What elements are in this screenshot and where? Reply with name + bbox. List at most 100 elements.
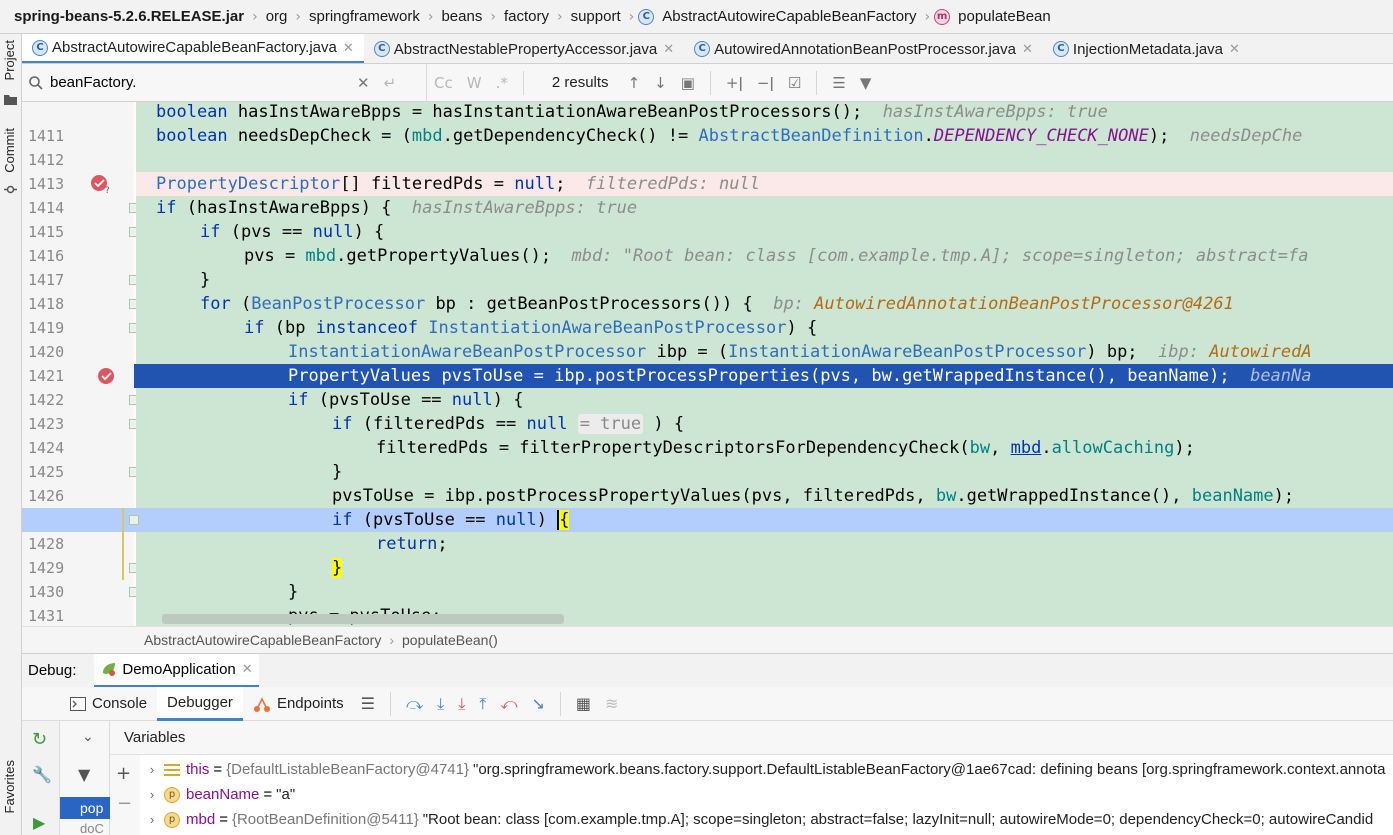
select-all-occurrences-icon[interactable]: ☑ xyxy=(788,74,801,92)
nav-crumb-springframework[interactable]: springframework xyxy=(305,8,424,25)
code-text: } xyxy=(136,556,1393,580)
inline-debug-value: beanNa xyxy=(1250,366,1312,386)
inline-debug-value: filteredPds: null xyxy=(585,174,760,194)
open-in-window-icon[interactable]: ▣ xyxy=(681,74,695,92)
whole-words-icon[interactable]: W xyxy=(467,74,482,92)
run-to-cursor-icon[interactable]: ↘ xyxy=(531,694,544,713)
next-occurrence-icon[interactable]: ↓ xyxy=(654,74,667,92)
filter-icon[interactable]: ▼ xyxy=(78,765,90,784)
remove-occurrence-icon[interactable]: −ǀ xyxy=(757,74,774,92)
regex-icon[interactable]: .* xyxy=(496,74,508,92)
variable-row[interactable]: › p mbd = {RootBeanDefinition@5411} "Roo… xyxy=(140,807,1393,832)
class-icon: C xyxy=(373,41,390,57)
nav-separator: › xyxy=(924,8,931,25)
nav-separator: › xyxy=(556,8,563,25)
nav-crumb-class[interactable]: AbstractAutowireCapableBeanFactory xyxy=(658,8,920,25)
toolbar-divider xyxy=(559,691,561,716)
editor-tab[interactable]: C AbstractNestablePropertyAccessor.java … xyxy=(364,34,684,63)
drop-frame-icon[interactable]: ⤺ xyxy=(500,694,517,714)
editor-tabs: C AbstractAutowireCapableBeanFactory.jav… xyxy=(22,34,1393,64)
search-field: ✕ ↵ xyxy=(22,63,427,102)
resume-icon[interactable]: ▶ xyxy=(33,813,45,832)
code-line: 1423 if (pvsToUse == null) { xyxy=(22,388,1393,433)
filter-icon[interactable]: ▼ xyxy=(860,74,872,92)
search-input[interactable] xyxy=(50,74,350,91)
close-icon[interactable]: ✕ xyxy=(343,40,354,56)
step-over-icon[interactable]: ⤼ xyxy=(406,694,423,714)
variables-title: Variables xyxy=(124,729,186,746)
step-into-icon[interactable]: ⤓ xyxy=(437,694,444,714)
close-icon[interactable]: ✕ xyxy=(1022,41,1033,57)
search-icon[interactable] xyxy=(28,75,44,91)
editor-tab-label: InjectionMetadata.java xyxy=(1072,40,1224,58)
variable-type: {DefaultListableBeanFactory@4741} xyxy=(226,761,469,778)
breadcrumb-class[interactable]: AbstractAutowireCapableBeanFactory xyxy=(144,632,381,648)
match-case-icon[interactable]: Cc xyxy=(434,74,453,92)
project-tool-tab[interactable]: Project xyxy=(2,40,17,80)
code-text: if (hasInstAwareBpps) { hasInstAwareBpps… xyxy=(136,196,1393,220)
code-editor[interactable]: 1411 boolean hasInstAwareBpps = hasInsta… xyxy=(22,102,1393,626)
search-settings-icon[interactable]: ☰ xyxy=(832,74,845,92)
expand-arrow-icon[interactable]: › xyxy=(140,812,164,827)
horizontal-scrollbar[interactable] xyxy=(162,614,564,624)
force-step-into-icon[interactable]: ⤓ xyxy=(458,694,465,714)
clear-search-icon[interactable]: ✕ xyxy=(357,74,370,92)
nav-crumb-support[interactable]: support xyxy=(567,8,625,25)
step-out-icon[interactable]: ⤒ xyxy=(479,694,486,714)
breakpoint-icon[interactable]: ? xyxy=(90,174,112,194)
frame-item-selected[interactable]: pop xyxy=(60,797,110,819)
editor-tab[interactable]: C AbstractAutowireCapableBeanFactory.jav… xyxy=(22,34,364,63)
nav-crumb-factory[interactable]: factory xyxy=(500,8,553,25)
editor-tab[interactable]: C AutowiredAnnotationBeanPostProcessor.j… xyxy=(684,34,1043,63)
editor-tab-label: AbstractAutowireCapableBeanFactory.java xyxy=(52,39,337,56)
spring-boot-icon xyxy=(103,663,116,676)
inline-debug-value: needsDepChe xyxy=(1189,126,1303,146)
add-occurrence-icon[interactable]: +ǀ xyxy=(726,74,743,92)
debug-session-tab[interactable]: DemoApplication ✕ xyxy=(94,653,259,688)
evaluate-expression-icon[interactable]: ▦ xyxy=(576,694,591,713)
expand-arrow-icon[interactable]: › xyxy=(140,762,164,777)
new-line-icon[interactable]: ↵ xyxy=(384,74,397,92)
code-text: PropertyDescriptor[] filteredPds = null;… xyxy=(136,172,1393,196)
previous-occurrence-icon[interactable]: ↑ xyxy=(628,74,641,92)
code-text xyxy=(136,148,1393,172)
toolbar-divider xyxy=(816,70,818,95)
trace-icon[interactable]: ≋ xyxy=(605,694,618,713)
variable-row[interactable]: › p beanName = "a" xyxy=(140,782,1393,807)
code-line: 1424 if (filteredPds == null = true ) { xyxy=(22,412,1393,457)
console-tab[interactable]: Console xyxy=(60,687,157,721)
close-icon[interactable]: ✕ xyxy=(663,41,674,57)
debug-session-label: DemoApplication xyxy=(122,660,236,678)
chevron-down-icon[interactable]: ⌄ xyxy=(82,729,94,745)
nav-crumb-method[interactable]: populateBean xyxy=(954,8,1055,25)
editor-tab[interactable]: C InjectionMetadata.java ✕ xyxy=(1043,34,1250,63)
endpoints-icon xyxy=(253,696,270,712)
add-watch-icon[interactable]: + xyxy=(116,763,131,784)
nav-separator: › xyxy=(252,8,258,25)
close-icon[interactable]: ✕ xyxy=(1229,41,1240,57)
favorites-tool-tab[interactable]: Favorites xyxy=(2,760,17,813)
frames-panel: ⌄ ▼ pop doC xyxy=(60,721,110,835)
breadcrumb-separator: › xyxy=(389,632,395,648)
endpoints-tab[interactable]: Endpoints xyxy=(243,687,354,721)
code-text[interactable]: if (pvsToUse == null) { xyxy=(136,508,1393,532)
commit-tool-tab[interactable]: Commit xyxy=(2,128,17,173)
menu-icon[interactable]: ☰ xyxy=(361,694,375,713)
toolbar-divider xyxy=(709,70,711,95)
breadcrumb-method[interactable]: populateBean() xyxy=(402,632,498,648)
code-text: boolean needsDepCheck = (mbd.getDependen… xyxy=(136,124,1393,148)
rerun-icon[interactable]: ↻ xyxy=(32,729,47,750)
nav-crumb-org[interactable]: org xyxy=(262,8,292,25)
breakpoint-icon[interactable] xyxy=(96,366,116,386)
debugger-tab[interactable]: Debugger xyxy=(157,686,243,721)
wrench-icon[interactable]: 🔧 xyxy=(32,765,52,784)
close-icon[interactable]: ✕ xyxy=(242,661,253,677)
nav-crumb-beans[interactable]: beans xyxy=(437,8,486,25)
inline-value-hint: = true xyxy=(577,414,644,434)
expand-arrow-icon[interactable]: › xyxy=(140,787,164,802)
nav-jar[interactable]: spring-beans-5.2.6.RELEASE.jar xyxy=(10,8,248,25)
variable-row[interactable]: › this = {DefaultListableBeanFactory@474… xyxy=(140,757,1393,782)
frame-item[interactable]: doC xyxy=(60,821,110,835)
code-line: 1427 pvsToUse = ibp.postProcessPropertyV… xyxy=(22,484,1393,529)
remove-watch-icon[interactable]: − xyxy=(117,793,132,814)
